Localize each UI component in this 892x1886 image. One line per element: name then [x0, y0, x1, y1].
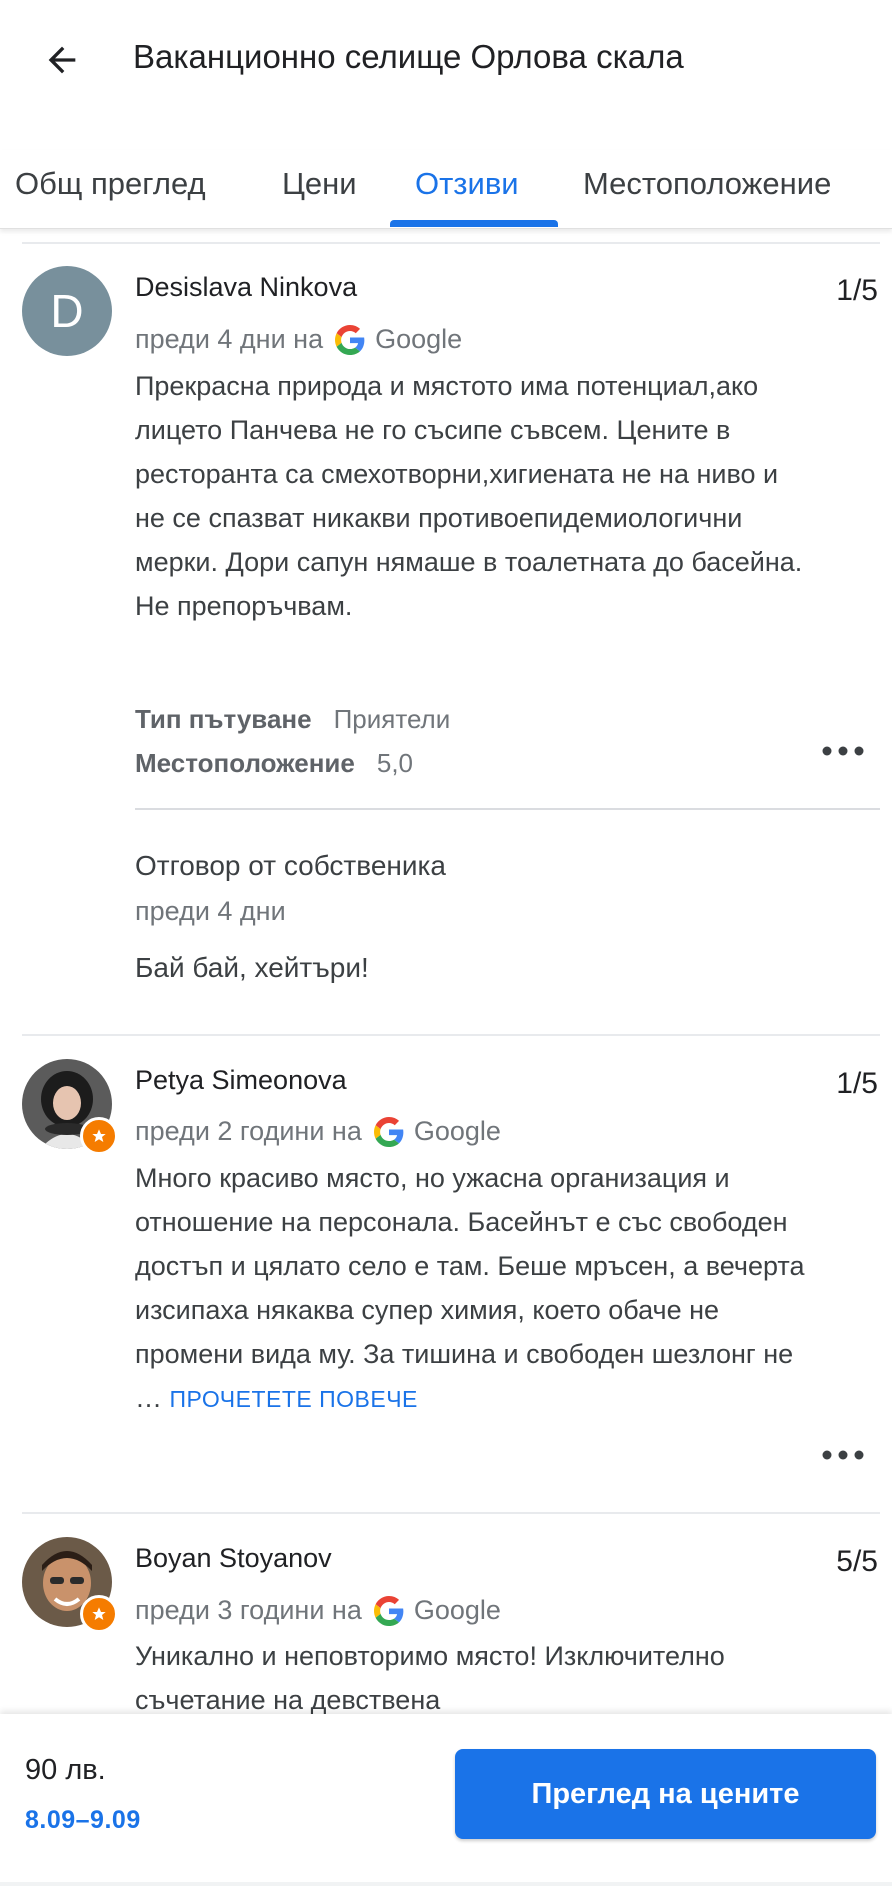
tab-overview[interactable]: Общ преглед — [15, 166, 206, 202]
detail-value: 5,0 — [376, 748, 414, 778]
page-title: Ваканционно селище Орлова скала — [133, 38, 684, 75]
divider — [0, 1882, 892, 1886]
review-source: Google — [375, 324, 463, 354]
location-score-row: Местоположение 5,0 — [135, 748, 413, 779]
review-meta: преди 2 години на Google — [135, 1116, 501, 1147]
owner-reply-title: Отговор от собственика — [135, 850, 446, 881]
owner-reply-text: Бай бай, хейтъри! — [135, 952, 369, 983]
tab-bar: Общ преглед Цени Отзиви Местоположение — [0, 150, 892, 229]
review-text: Прекрасна природа и мястото има потенциа… — [135, 371, 803, 621]
trip-type-row: Тип пътуване Приятели — [135, 704, 450, 735]
local-guide-badge-icon — [80, 1117, 118, 1155]
reviewer-name[interactable]: Petya Simeonova — [135, 1065, 347, 1096]
app-bar: Ваканционно селище Орлова скала — [0, 0, 892, 120]
date-range-link[interactable]: 8.09–9.09 — [25, 1806, 141, 1835]
review-text-content: Много красиво място, но ужасна организац… — [135, 1163, 805, 1413]
back-button[interactable] — [30, 28, 94, 92]
google-icon — [335, 324, 365, 355]
divider — [22, 1034, 880, 1036]
review-meta: преди 4 дни на Google — [135, 324, 462, 355]
read-more-link[interactable]: ПРОЧЕТЕТЕ ПОВЕЧЕ — [170, 1386, 418, 1412]
more-options-button[interactable] — [818, 1440, 868, 1470]
review-text: Много красиво място, но ужасна организац… — [135, 1156, 815, 1421]
review-text: Уникално и неповторимо място! Изключител… — [135, 1641, 725, 1715]
divider — [135, 808, 880, 810]
divider — [22, 242, 880, 244]
more-horiz-icon — [822, 746, 864, 756]
tab-prices[interactable]: Цени — [282, 166, 357, 202]
review-rating: 5/5 — [836, 1545, 878, 1578]
review-time: преди 3 години на — [135, 1595, 362, 1625]
active-tab-indicator — [390, 220, 558, 227]
detail-key: Тип пътуване — [135, 704, 312, 734]
divider — [22, 1512, 880, 1514]
review-time: преди 2 години на — [135, 1116, 362, 1146]
bottom-price-bar: 90 лв. 8.09–9.09 Преглед на цените — [0, 1714, 892, 1886]
tab-reviews[interactable]: Отзиви — [415, 166, 519, 202]
review-rating: 1/5 — [836, 274, 878, 307]
reviewer-name[interactable]: Desislava Ninkova — [135, 272, 357, 303]
more-horiz-icon — [822, 1450, 864, 1460]
arrow-back-icon — [48, 46, 76, 74]
detail-key: Местоположение — [135, 748, 355, 778]
review-meta: преди 3 години на Google — [135, 1595, 501, 1626]
review-time: преди 4 дни на — [135, 324, 324, 354]
avatar[interactable] — [22, 1537, 118, 1633]
tab-location[interactable]: Местоположение — [583, 166, 831, 202]
detail-value: Приятели — [333, 704, 451, 734]
review-source: Google — [413, 1116, 501, 1146]
review-rating: 1/5 — [836, 1067, 878, 1100]
price-label: 90 лв. — [25, 1754, 106, 1786]
view-prices-button[interactable]: Преглед на цените — [455, 1749, 876, 1839]
local-guide-badge-icon — [80, 1595, 118, 1633]
more-options-button[interactable] — [818, 736, 868, 766]
google-icon — [373, 1595, 404, 1626]
owner-reply-time: преди 4 дни — [135, 896, 286, 926]
review-source: Google — [413, 1595, 501, 1625]
reviewer-name[interactable]: Boyan Stoyanov — [135, 1543, 332, 1574]
avatar[interactable]: D — [22, 266, 112, 356]
avatar[interactable] — [22, 1059, 118, 1155]
google-icon — [373, 1116, 404, 1147]
